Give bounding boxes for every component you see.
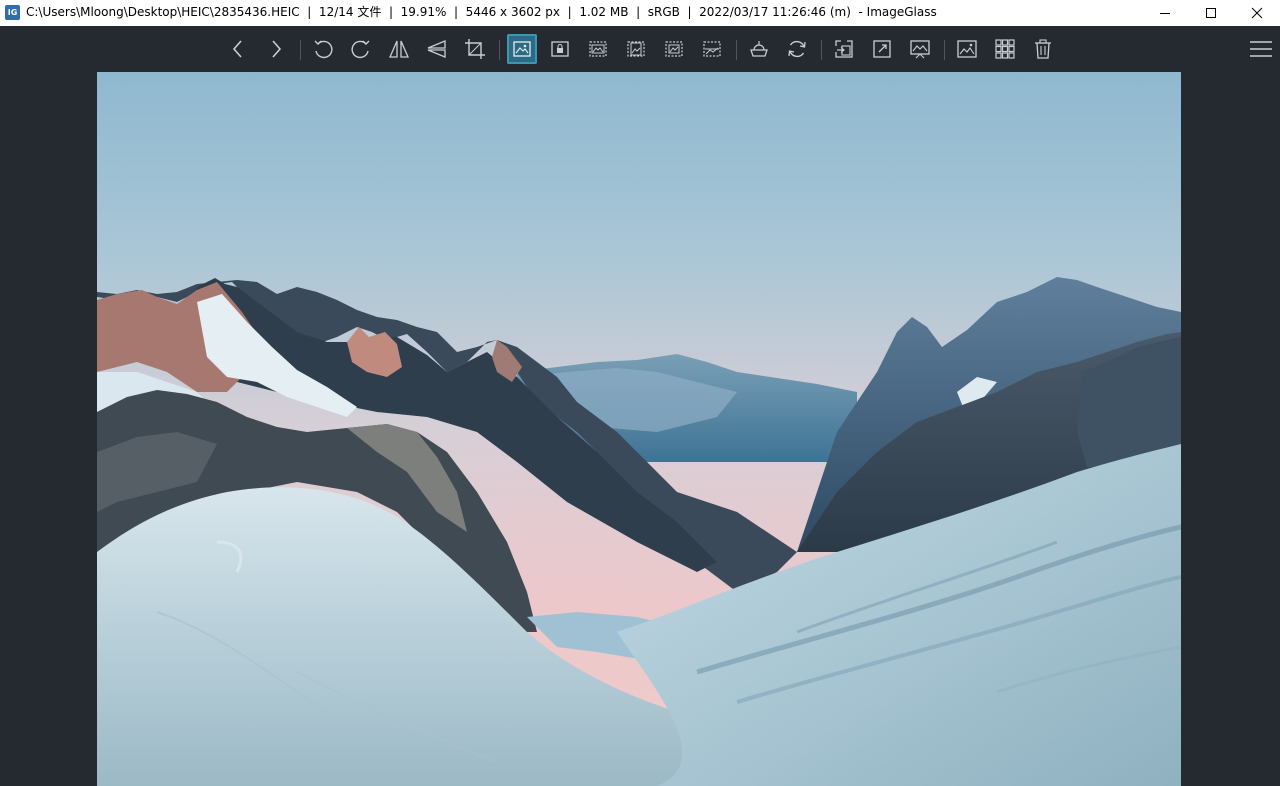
scale-to-width-button[interactable]	[583, 34, 613, 64]
goto-image-button[interactable]	[829, 34, 859, 64]
scale-to-fill-icon	[703, 41, 721, 57]
rotate-right-button[interactable]	[346, 34, 376, 64]
toolbar-separator	[944, 40, 945, 60]
next-image-button[interactable]	[261, 34, 291, 64]
minimize-icon	[1160, 13, 1170, 14]
chevron-left-icon	[232, 40, 242, 58]
rotate-left-icon	[314, 40, 333, 59]
refresh-button[interactable]	[782, 34, 812, 64]
slideshow-button[interactable]	[905, 34, 935, 64]
checkerboard-button[interactable]	[990, 34, 1020, 64]
scale-to-fit-icon	[665, 41, 683, 57]
toolbar-separator	[821, 40, 822, 60]
open-with-button[interactable]	[744, 34, 774, 64]
toolbar-separator	[499, 40, 500, 60]
thumbnail-bar-icon	[957, 40, 977, 58]
flip-vertical-button[interactable]	[422, 34, 452, 64]
flip-horizontal-button[interactable]	[384, 34, 414, 64]
lock-zoom-icon	[551, 41, 569, 57]
slideshow-icon	[910, 40, 930, 59]
refresh-icon	[788, 40, 806, 58]
crop-icon	[465, 39, 485, 59]
auto-zoom-icon	[513, 41, 531, 57]
close-icon	[1251, 7, 1263, 19]
title-bar: IG C:\Users\Mloong\Desktop\HEIC\2835436.…	[0, 0, 1280, 26]
mountain-landscape-image	[97, 72, 1181, 786]
displayed-image	[97, 72, 1181, 786]
toolbar-separator	[736, 40, 737, 60]
maximize-button[interactable]	[1188, 0, 1234, 26]
previous-image-button[interactable]	[223, 34, 253, 64]
app-icon-text: IG	[7, 7, 18, 17]
goto-icon	[835, 40, 853, 58]
minimize-button[interactable]	[1142, 0, 1188, 26]
delete-button[interactable]	[1028, 34, 1058, 64]
crop-button[interactable]	[460, 34, 490, 64]
scale-to-height-button[interactable]	[621, 34, 651, 64]
thumbnail-bar-button[interactable]	[952, 34, 982, 64]
maximize-icon	[1206, 8, 1216, 18]
chevron-right-icon	[272, 40, 282, 58]
image-viewer[interactable]	[0, 72, 1280, 786]
main-menu-button[interactable]	[1246, 34, 1276, 64]
fullscreen-icon	[873, 40, 891, 58]
imageglass-app-icon[interactable]: IG	[5, 5, 20, 20]
toolbar-separator	[300, 40, 301, 60]
scale-to-fill-button[interactable]	[697, 34, 727, 64]
scale-to-width-icon	[589, 41, 607, 57]
checkerboard-icon	[995, 39, 1015, 59]
toolbar	[0, 26, 1280, 72]
flip-horizontal-icon	[389, 40, 409, 58]
menu-icon	[1250, 41, 1272, 57]
close-button[interactable]	[1234, 0, 1280, 26]
scale-to-height-icon	[627, 41, 645, 57]
flip-vertical-icon	[427, 40, 446, 58]
rotate-right-icon	[351, 40, 370, 59]
rotate-left-button[interactable]	[308, 34, 338, 64]
open-with-icon	[750, 41, 768, 57]
delete-icon	[1035, 39, 1051, 59]
window-title: C:\Users\Mloong\Desktop\HEIC\2835436.HEI…	[26, 5, 937, 19]
lock-zoom-button[interactable]	[545, 34, 575, 64]
scale-to-fit-button[interactable]	[659, 34, 689, 64]
auto-zoom-button[interactable]	[507, 34, 537, 64]
fullscreen-button[interactable]	[867, 34, 897, 64]
